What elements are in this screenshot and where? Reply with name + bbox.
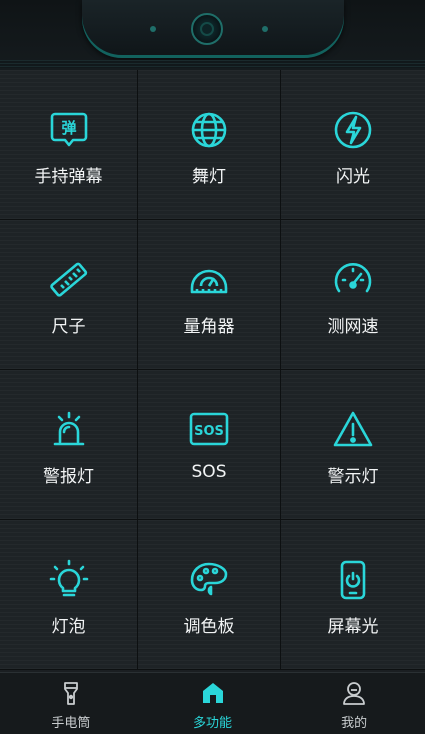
home-icon bbox=[199, 679, 227, 707]
feature-screen-light[interactable]: 屏幕光 bbox=[281, 520, 425, 670]
feature-warning-light[interactable]: 警示灯 bbox=[281, 370, 425, 520]
phone-light-icon bbox=[331, 558, 375, 602]
sos-icon: SOS bbox=[187, 408, 231, 452]
feature-bulb[interactable]: 灯泡 bbox=[0, 520, 138, 670]
tab-label: 多功能 bbox=[193, 716, 233, 731]
svg-text:SOS: SOS bbox=[194, 424, 224, 439]
flashlight-header bbox=[0, 0, 425, 70]
alarm-light-icon bbox=[47, 408, 91, 452]
feature-label: 灯泡 bbox=[51, 617, 86, 637]
warning-icon bbox=[331, 408, 375, 452]
ruler-icon bbox=[47, 258, 91, 302]
feature-label: 闪光 bbox=[336, 167, 370, 187]
tab-label: 我的 bbox=[341, 716, 368, 731]
feature-ruler[interactable]: 尺子 bbox=[0, 220, 138, 370]
feature-label: 量角器 bbox=[183, 317, 235, 337]
feature-label: 警报灯 bbox=[43, 467, 94, 487]
indicator-dot bbox=[262, 26, 268, 32]
feature-label: SOS bbox=[191, 462, 227, 482]
flashlight-icon bbox=[57, 679, 85, 707]
tab-multifunction[interactable]: 多功能 bbox=[142, 673, 284, 734]
speedometer-icon bbox=[331, 258, 375, 302]
tab-flashlight[interactable]: 手电筒 bbox=[0, 673, 142, 734]
feature-speed-test[interactable]: 测网速 bbox=[281, 220, 425, 370]
feature-label: 调色板 bbox=[183, 617, 235, 637]
bottom-tab-bar: 手电筒 多功能 我的 bbox=[0, 672, 425, 734]
feature-dance-light[interactable]: 舞灯 bbox=[138, 70, 281, 220]
feature-label: 屏幕光 bbox=[327, 617, 379, 637]
svg-text:弹: 弹 bbox=[61, 119, 76, 137]
tab-label: 手电筒 bbox=[51, 716, 91, 731]
profile-icon bbox=[340, 679, 368, 707]
feature-alarm-light[interactable]: 警报灯 bbox=[0, 370, 138, 520]
danmaku-icon: 弹 bbox=[47, 108, 91, 152]
protractor-icon bbox=[187, 258, 231, 302]
feature-grid: 弹 手持弹幕 舞灯 闪光 尺子 量角器 测网速 警报灯 SOS SOS 警示灯 … bbox=[0, 70, 425, 670]
feature-label: 警示灯 bbox=[327, 467, 379, 487]
feature-flash[interactable]: 闪光 bbox=[281, 70, 425, 220]
lens-icon bbox=[191, 13, 223, 45]
header-stripe bbox=[0, 60, 425, 68]
feature-palette[interactable]: 调色板 bbox=[138, 520, 281, 670]
feature-label: 尺子 bbox=[51, 317, 86, 337]
palette-icon bbox=[187, 558, 231, 602]
bulb-icon bbox=[47, 558, 91, 602]
flash-icon bbox=[331, 108, 375, 152]
feature-label: 手持弹幕 bbox=[34, 167, 103, 187]
feature-danmaku[interactable]: 弹 手持弹幕 bbox=[0, 70, 138, 220]
tab-mine[interactable]: 我的 bbox=[283, 673, 425, 734]
feature-protractor[interactable]: 量角器 bbox=[138, 220, 281, 370]
globe-icon bbox=[187, 108, 231, 152]
feature-sos[interactable]: SOS SOS bbox=[138, 370, 281, 520]
feature-label: 舞灯 bbox=[192, 167, 226, 187]
indicator-dot bbox=[150, 26, 156, 32]
feature-label: 测网速 bbox=[327, 317, 379, 337]
